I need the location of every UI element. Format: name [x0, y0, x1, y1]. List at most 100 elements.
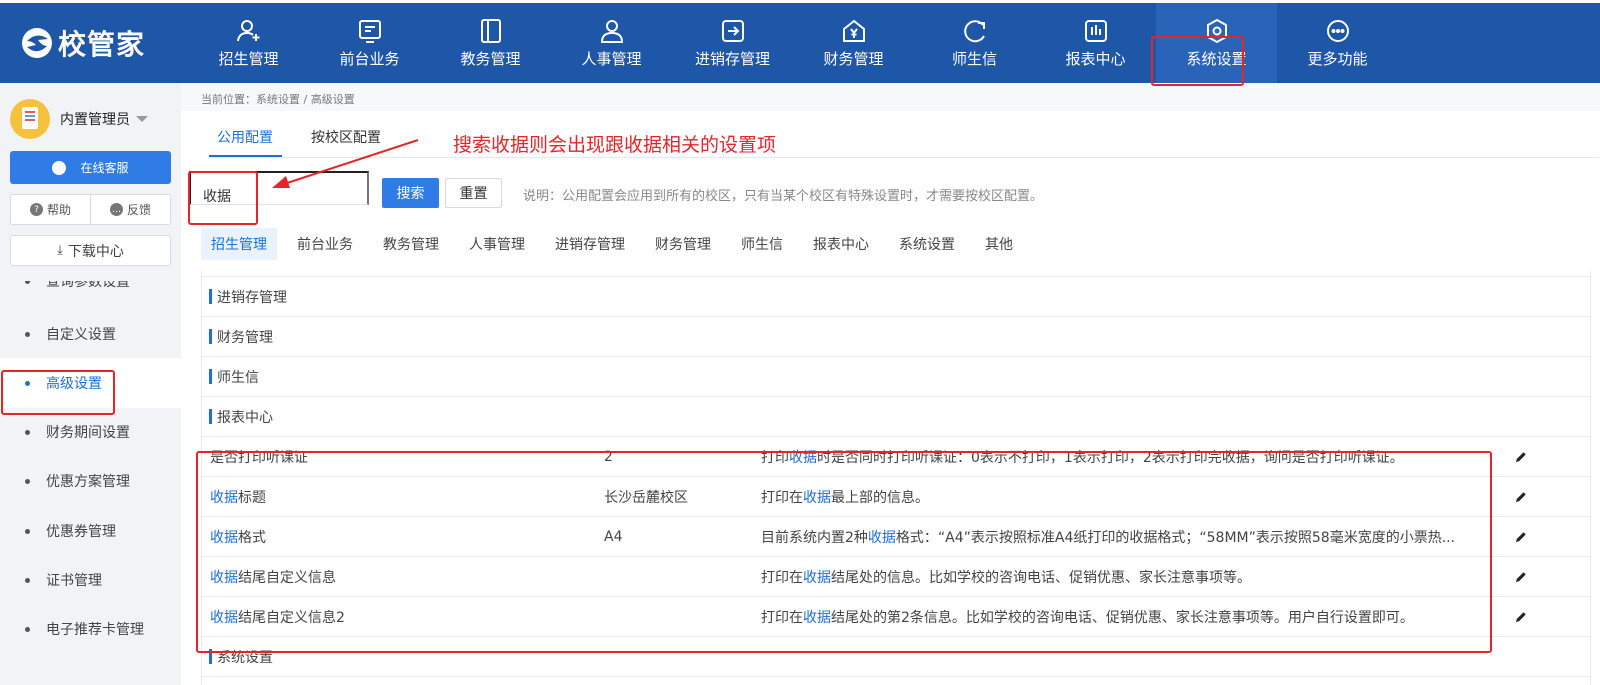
setting-name: 收据 结尾自定义信息2: [210, 610, 345, 626]
nav-label: 前台业务: [339, 49, 400, 68]
nav-academic[interactable]: 教务管理: [430, 3, 551, 83]
setting-value: 长沙岳麓校区: [604, 490, 688, 506]
tab-public-config[interactable]: 公用配置: [217, 127, 273, 147]
setting-name: 是否打印听课证: [210, 450, 308, 466]
sidebar-item-label: 电子推荐卡管理: [46, 622, 144, 638]
nav-label: 系统设置: [1186, 49, 1247, 68]
top-nav: 招生管理 前台业务 教务管理 人事管理 进销存管理 财务管理 师生信 报表中心 …: [188, 3, 1398, 83]
tab-front-desk[interactable]: 前台业务: [287, 228, 363, 260]
group-marker: [209, 289, 212, 304]
nav-label: 人事管理: [581, 49, 642, 68]
tab-inventory[interactable]: 进销存管理: [545, 228, 635, 260]
chat-icon: …: [109, 203, 123, 216]
download-icon: ⤓: [57, 243, 63, 258]
sidebar-item-coupons[interactable]: 优惠券管理: [0, 506, 181, 556]
table-row: 收据 标题 长沙岳麓校区 打印在 收据 最上部的信息。: [202, 477, 1590, 517]
tab-other[interactable]: 其他: [975, 228, 1023, 260]
setting-value: 2: [604, 449, 613, 465]
nav-inventory[interactable]: 进销存管理: [672, 3, 793, 83]
nav-label: 报表中心: [1065, 49, 1126, 68]
nav-label: 招生管理: [218, 49, 279, 68]
group-marker: [209, 369, 212, 384]
tab-campus-config[interactable]: 按校区配置: [311, 127, 381, 147]
more-icon: [1326, 19, 1349, 42]
nav-label: 财务管理: [823, 49, 884, 68]
bullet-icon: [25, 281, 30, 284]
tab-hr[interactable]: 人事管理: [459, 228, 535, 260]
user-menu[interactable]: 内置管理员: [10, 99, 148, 139]
tab-academic[interactable]: 教务管理: [373, 228, 449, 260]
search-input[interactable]: [189, 171, 369, 205]
sidebar-item-label: 自定义设置: [46, 327, 116, 343]
search-button[interactable]: 搜索: [382, 178, 439, 208]
nav-finance[interactable]: 财务管理: [793, 3, 914, 83]
sidebar-item-label: 优惠券管理: [46, 524, 116, 540]
edit-icon[interactable]: [1514, 570, 1528, 584]
sidebar-item-discount-plans[interactable]: 优惠方案管理: [0, 456, 181, 506]
sidebar-item-finance-period[interactable]: 财务期间设置: [0, 407, 181, 457]
group-label: 师生信: [217, 369, 259, 386]
group-label: 报表中心: [217, 409, 273, 426]
breadcrumb: 当前位置：系统设置 / 高级设置: [201, 93, 355, 106]
group-label: 进销存管理: [217, 289, 287, 306]
logo[interactable]: 校管家: [20, 23, 145, 63]
app-root: 校管家 招生管理 前台业务 教务管理 人事管理 进销存管理 财务管理 师生信 报…: [0, 0, 1600, 685]
group-header: 财务管理: [202, 317, 1590, 357]
nav-more[interactable]: 更多功能: [1277, 3, 1398, 83]
active-tab-underline: [209, 155, 282, 157]
download-center-button[interactable]: ⤓ 下载中心: [10, 235, 171, 266]
online-service-button[interactable]: 在线客服: [10, 151, 171, 184]
nav-enrollment[interactable]: 招生管理: [188, 3, 309, 83]
table-row: 收据 结尾自定义信息2 打印在 收据 结尾处的第2条信息。比如学校的咨询电话、促销优惠…: [202, 597, 1590, 637]
sidebar-item-label: 查询参数设置: [46, 281, 130, 290]
group-marker: [209, 649, 212, 664]
tab-finance[interactable]: 财务管理: [645, 228, 721, 260]
group-label: 财务管理: [217, 329, 273, 346]
sidebar-item-partial[interactable]: 查询参数设置: [0, 281, 181, 306]
nav-label: 教务管理: [460, 49, 521, 68]
table-row: 收据 结尾自定义信息 打印在 收据 结尾处的信息。比如学校的咨询电话、促销优惠、家长注…: [202, 557, 1590, 597]
nav-system-settings[interactable]: 系统设置: [1156, 3, 1277, 83]
sidebar-menu: 查询参数设置 自定义设置 高级设置 财务期间设置 优惠方案管理 优惠券管理 证书…: [0, 281, 181, 685]
bullet-icon: [25, 626, 30, 632]
tab-messaging[interactable]: 师生信: [731, 228, 793, 260]
setting-description: 打印在 收据 结尾处的信息。比如学校的咨询电话、促销优惠、家长注意事项等。: [761, 570, 1251, 586]
sidebar-item-advanced-settings[interactable]: 高级设置: [0, 358, 181, 408]
breadcrumb-bar: [181, 83, 1600, 111]
sidebar-item-referral-cards[interactable]: 电子推荐卡管理: [0, 604, 181, 654]
group-header: 系统设置: [202, 637, 1590, 677]
nav-hr[interactable]: 人事管理: [551, 3, 672, 83]
edit-icon[interactable]: [1514, 450, 1528, 464]
table-row: 是否打印听课证 2 打印 收据 时是否同时打印听课证：0表示不打印，1表示打印，2表…: [202, 437, 1590, 477]
sidebar-item-label: 证书管理: [46, 573, 102, 589]
sidebar-item-label: 高级设置: [46, 376, 102, 392]
tab-enrollment[interactable]: 招生管理: [201, 228, 277, 260]
tab-system[interactable]: 系统设置: [889, 228, 965, 260]
nav-front-desk[interactable]: 前台业务: [309, 3, 430, 83]
tab-reports[interactable]: 报表中心: [803, 228, 879, 260]
arrow-box-icon: [721, 19, 744, 42]
edit-icon[interactable]: [1514, 530, 1528, 544]
edit-icon[interactable]: [1514, 610, 1528, 624]
feedback-button[interactable]: … 反馈: [90, 195, 170, 224]
headset-icon: [52, 160, 67, 175]
settings-table: 进销存管理 财务管理 师生信 报表中心 是否打印听课证 2 打印 收据 时是否同时打…: [201, 271, 1591, 685]
sidebar-item-custom-settings[interactable]: 自定义设置: [0, 309, 181, 359]
help-button[interactable]: ? 帮助: [11, 195, 90, 224]
user-plus-icon: [236, 19, 259, 41]
reset-button[interactable]: 重置: [445, 178, 502, 208]
bullet-icon: [25, 380, 30, 386]
nav-reports[interactable]: 报表中心: [1035, 3, 1156, 83]
setting-name: 收据 格式: [210, 530, 266, 546]
yen-house-icon: [842, 19, 865, 42]
setting-value: [604, 557, 754, 597]
category-tabs: 招生管理 前台业务 教务管理 人事管理 进销存管理 财务管理 师生信 报表中心 …: [201, 228, 1033, 260]
group-label: 系统设置: [217, 649, 273, 666]
user-name: 内置管理员: [60, 112, 130, 128]
sidebar-item-certificates[interactable]: 证书管理: [0, 555, 181, 605]
edit-icon[interactable]: [1514, 490, 1528, 504]
settings-icon: [1206, 18, 1227, 43]
avatar: [10, 99, 50, 139]
nav-label: 师生信: [951, 49, 997, 68]
nav-messaging[interactable]: 师生信: [914, 3, 1035, 83]
